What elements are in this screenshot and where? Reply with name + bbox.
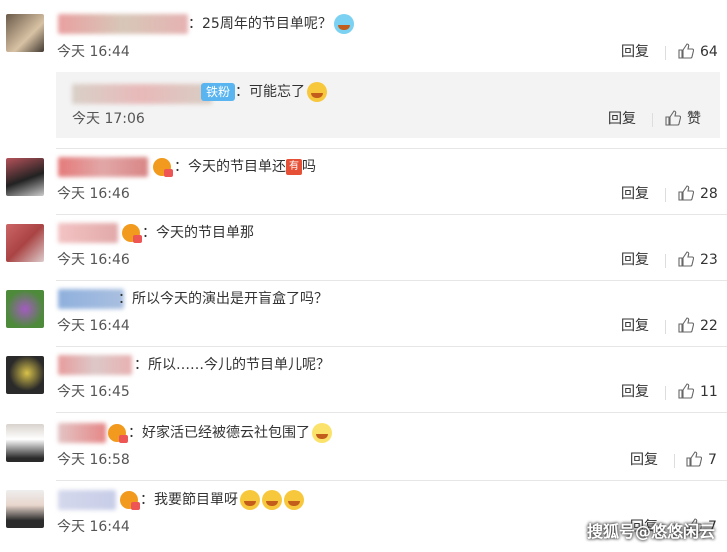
reply-button[interactable]: 回复 (621, 184, 649, 204)
username-blurred[interactable] (58, 223, 118, 243)
laugh-emoji-icon (262, 490, 282, 510)
laugh-emoji-icon (333, 14, 354, 34)
comment-text: ：今天的节目单还有吗 (174, 159, 316, 175)
separator (665, 188, 666, 202)
laugh-emoji-icon (307, 82, 328, 102)
separator (665, 320, 666, 334)
avatar[interactable] (6, 224, 44, 262)
thumbs-up-icon (678, 251, 694, 267)
comment-time: 今天 16:46 (57, 252, 130, 268)
username-blurred[interactable] (58, 157, 148, 177)
separator (665, 254, 666, 268)
avatar[interactable] (6, 490, 44, 528)
separator (674, 454, 675, 468)
comment-item: ：好家活已经被德云社包围了 今天 16:58 回复 7 (0, 412, 727, 478)
username-blurred[interactable] (58, 14, 188, 34)
like-button[interactable]: 28 (678, 184, 718, 204)
username-blurred[interactable] (72, 84, 212, 104)
watermark: 搜狐号@悠悠闲云 (586, 522, 715, 541)
comment-item: ：今天的节目单那 今天 16:46 回复 23 (0, 214, 727, 280)
like-button[interactable]: 7 (686, 450, 717, 470)
comment-time: 今天 16:44 (57, 519, 130, 535)
thumbs-up-icon (678, 317, 694, 333)
comment-text: ：今天的节目单那 (142, 225, 254, 241)
thumbs-up-icon (678, 43, 694, 59)
comment-item: ：所以今天的演出是开盲盒了吗？ 今天 16:44 回复 22 (0, 280, 727, 346)
reply-button[interactable]: 回复 (630, 450, 658, 470)
like-button[interactable]: 22 (678, 316, 718, 336)
comment-text: ：好家活已经被德云社包围了 (128, 423, 332, 443)
reply-button[interactable]: 回复 (621, 382, 649, 402)
laugh-emoji-icon (284, 490, 304, 510)
laugh-emoji-icon (240, 490, 260, 510)
username-blurred[interactable] (58, 490, 116, 510)
avatar[interactable] (6, 290, 44, 328)
like-button[interactable]: 64 (678, 42, 718, 62)
comment-time: 今天 16:44 (57, 318, 130, 334)
thumbs-up-icon (678, 185, 694, 201)
comment-time: 今天 16:58 (57, 452, 130, 468)
like-button[interactable]: 11 (678, 382, 718, 402)
thumbs-up-icon (665, 110, 681, 126)
avatar[interactable] (6, 356, 44, 394)
avatar[interactable] (6, 424, 44, 462)
fan-badge-icon (108, 424, 128, 443)
sub-reply-time: 今天 17:06 (72, 111, 145, 127)
username-blurred[interactable] (58, 423, 106, 443)
smile-emoji-icon (312, 423, 332, 443)
reply-button[interactable]: 回复 (621, 42, 649, 62)
fan-badge-icon (122, 224, 142, 243)
sub-like-button[interactable]: 赞 (665, 109, 701, 129)
chip-icon: 有 (286, 159, 302, 175)
fan-badge: 铁粉 (201, 83, 236, 101)
comment-time: 今天 16:44 (57, 44, 130, 60)
fan-badge-icon (120, 491, 140, 510)
fan-badge-icon (153, 158, 173, 177)
comment-text: ：我要節目單呀 (140, 490, 304, 510)
separator (665, 46, 666, 60)
sub-reply-button[interactable]: 回复 (608, 109, 636, 129)
comment-time: 今天 16:46 (57, 186, 130, 202)
reply-button[interactable]: 回复 (621, 316, 649, 336)
sub-reply-box: 铁粉 ：可能忘了 今天 17:06 回复 赞 (56, 72, 720, 138)
like-button[interactable]: 23 (678, 250, 718, 270)
reply-button[interactable]: 回复 (621, 250, 649, 270)
thumbs-up-icon (678, 383, 694, 399)
thumbs-up-icon (686, 451, 702, 467)
comment-item: ：所以……今儿的节目单儿呢？ 今天 16:45 回复 11 (0, 346, 727, 412)
comment-item: ：25周年的节目单呢？ 今天 16:44 回复 64 铁粉 ：可能忘了 今天 17… (0, 0, 727, 150)
avatar[interactable] (6, 14, 44, 52)
comment-text: ：所以今天的演出是开盲盒了吗？ (118, 291, 328, 307)
comment-time: 今天 16:45 (57, 384, 130, 400)
username-blurred[interactable] (58, 289, 124, 309)
username-blurred[interactable] (58, 355, 132, 375)
comment-item: ：今天的节目单还有吗 今天 16:46 回复 28 (0, 148, 727, 214)
separator (652, 113, 653, 127)
sub-reply-text: 铁粉 ：可能忘了 (201, 82, 328, 102)
avatar[interactable] (6, 158, 44, 196)
comment-text: ：25周年的节目单呢？ (188, 14, 354, 34)
comment-text: ：所以……今儿的节目单儿呢？ (134, 357, 330, 373)
separator (665, 386, 666, 400)
